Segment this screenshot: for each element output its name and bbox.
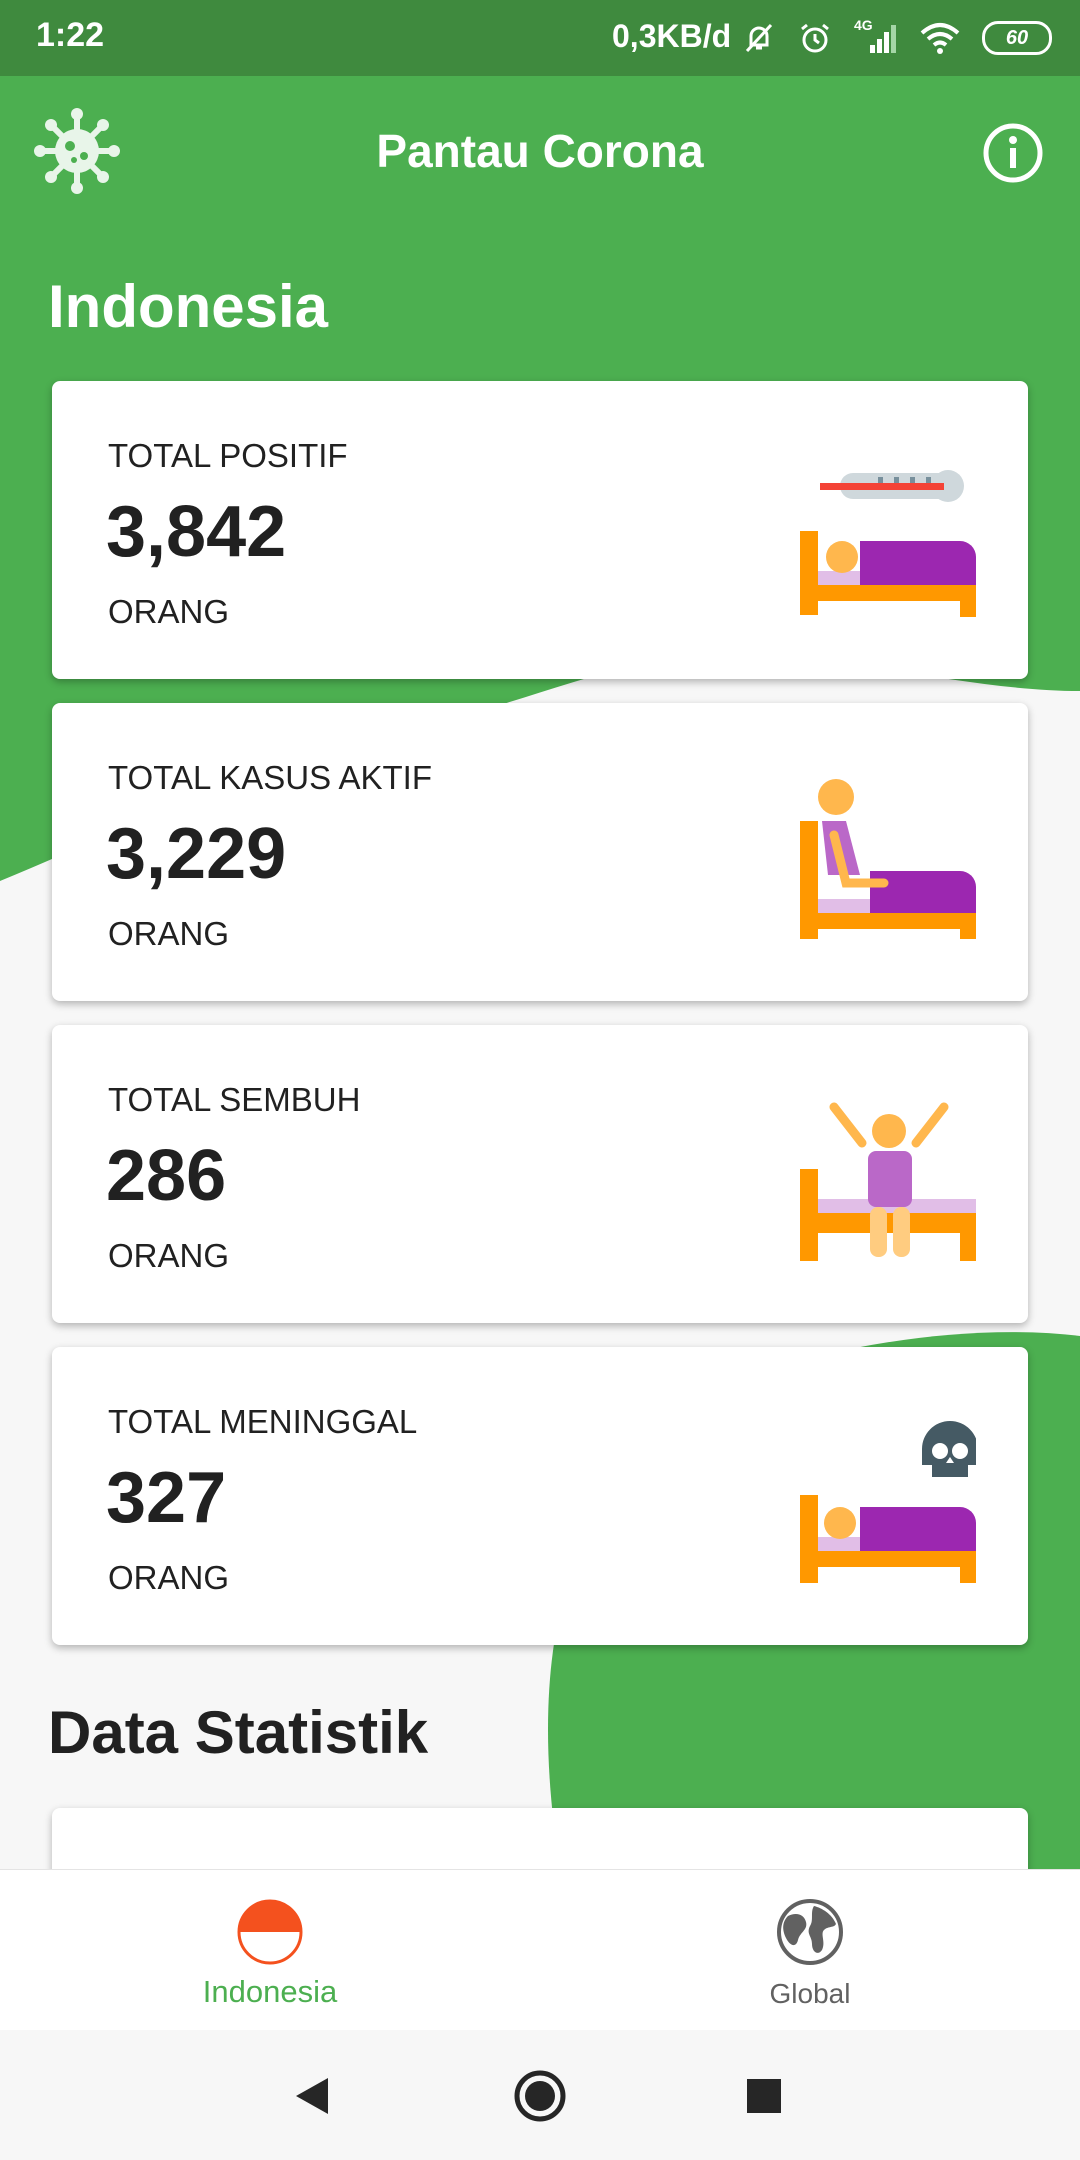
nav-label-indonesia: Indonesia (202, 1974, 338, 2009)
statistics-title: Data Statistik (48, 1699, 429, 1766)
info-icon[interactable] (982, 122, 1044, 184)
card-unit: ORANG (108, 1237, 230, 1274)
patient-in-bed-icon (800, 779, 976, 939)
recents-button[interactable] (734, 2066, 794, 2126)
nav-label-global: Global (769, 1978, 851, 2009)
system-navigation-bar (0, 2030, 1080, 2160)
battery-level: 60 (1005, 26, 1029, 49)
back-button[interactable] (282, 2066, 342, 2126)
card-recovered[interactable]: TOTAL SEMBUH 286 ORANG (52, 1025, 1028, 1323)
status-time: 1:22 (36, 16, 105, 54)
card-value: 286 (106, 1136, 227, 1216)
sick-in-bed-thermometer-icon (800, 470, 976, 617)
battery-icon: 60 (982, 21, 1052, 55)
card-value: 3,842 (106, 492, 287, 572)
card-active-cases[interactable]: TOTAL KASUS AKTIF 3,229 ORANG (52, 703, 1028, 1001)
deceased-patient-skull-icon (800, 1421, 976, 1583)
nav-item-indonesia[interactable]: Indonesia (0, 1870, 540, 2030)
card-label: TOTAL POSITIF (108, 437, 348, 474)
alarm-icon (801, 23, 829, 53)
status-icons: 4G 60 (742, 12, 1052, 64)
home-button[interactable] (510, 2066, 570, 2126)
app-title: Pantau Corona (376, 125, 704, 177)
card-label: TOTAL SEMBUH (108, 1081, 361, 1118)
signal-icon: 4G (854, 17, 898, 55)
bottom-navigation: Indonesia Global (0, 1869, 1080, 2031)
notifications-off-icon (745, 23, 773, 53)
card-unit: ORANG (108, 1559, 230, 1596)
card-unit: ORANG (108, 915, 230, 952)
recovered-patient-icon (800, 1102, 976, 1261)
app-bar: Pantau Corona (0, 76, 1080, 232)
card-value: 327 (106, 1458, 227, 1538)
card-total-positive[interactable]: TOTAL POSITIF 3,842 ORANG (52, 381, 1028, 679)
card-value: 3,229 (106, 814, 287, 894)
card-label: TOTAL MENINGGAL (108, 1403, 418, 1440)
card-deceased[interactable]: TOTAL MENINGGAL 327 ORANG (52, 1347, 1028, 1645)
status-bar: 1:22 0,3KB/d 4G 60 (0, 0, 1080, 76)
network-speed: 0,3KB/d (612, 18, 732, 54)
indonesia-flag-icon (237, 1899, 303, 1965)
country-title: Indonesia (48, 273, 329, 340)
globe-icon (777, 1899, 843, 1965)
wifi-icon (920, 23, 960, 54)
card-label: TOTAL KASUS AKTIF (108, 759, 432, 796)
nav-item-global[interactable]: Global (540, 1870, 1080, 2030)
card-unit: ORANG (108, 593, 230, 630)
